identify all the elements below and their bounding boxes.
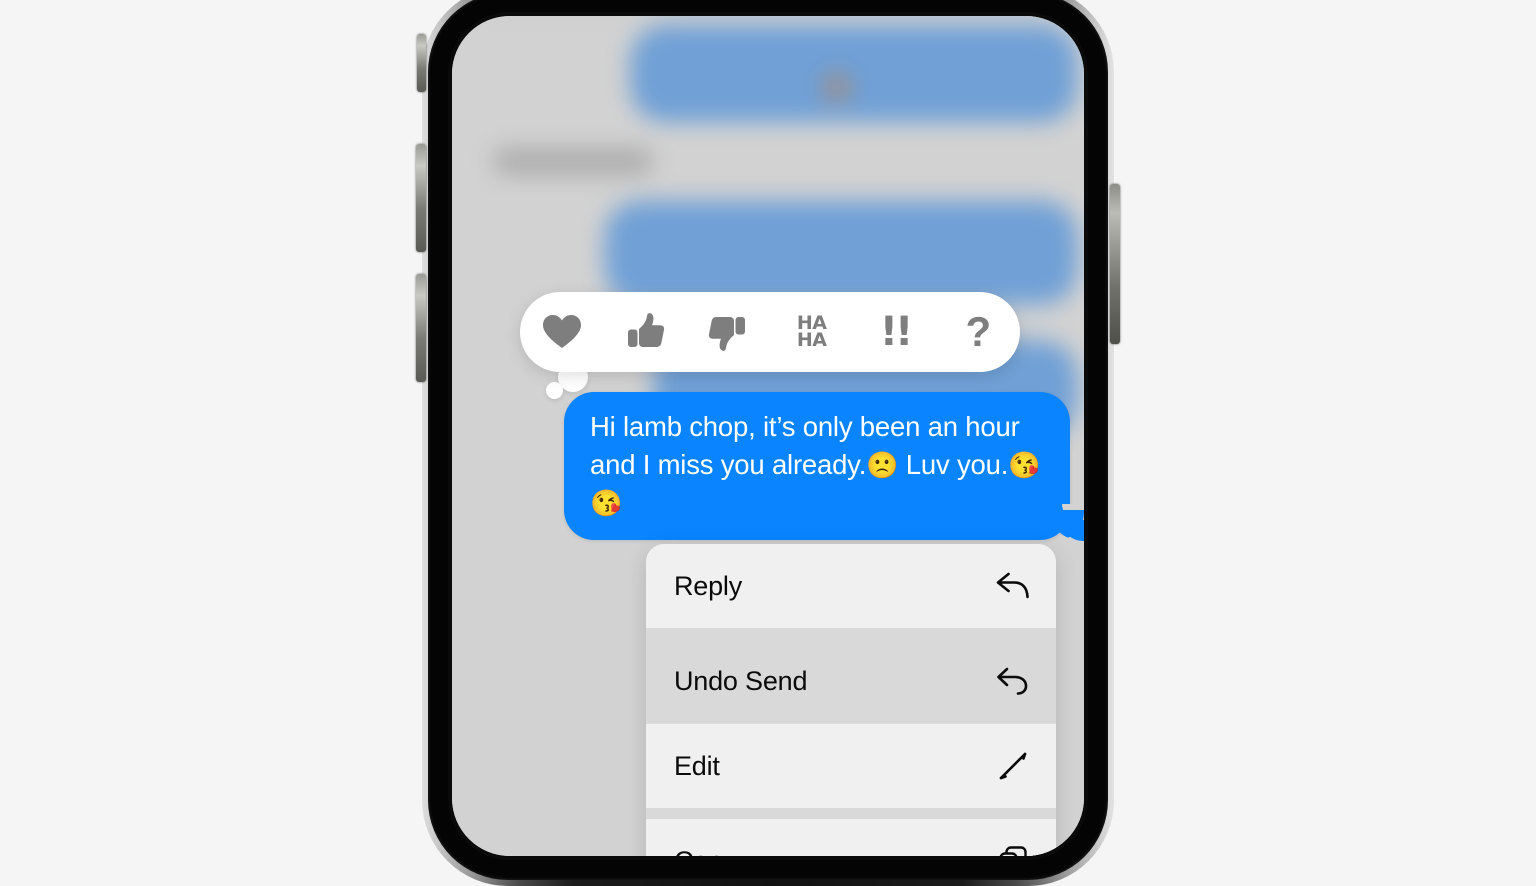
thumbs-down-icon — [708, 312, 748, 352]
frowning-face-emoji: 🙁 — [866, 450, 899, 480]
thumbs-up-icon — [625, 312, 665, 352]
haha-line-2: HA — [796, 329, 827, 351]
volume-up-button[interactable] — [416, 144, 426, 252]
context-menu-label: Undo Send — [674, 665, 808, 696]
focused-message-bubble[interactable]: Hi lamb chop, it’s only been an hour and… — [564, 392, 1084, 541]
tapback-thumbs-up-button[interactable] — [614, 301, 676, 363]
copy-documents-icon — [996, 844, 1030, 856]
context-menu-divider — [646, 628, 1056, 639]
message-line-1: Hi lamb chop, it’s only been an — [590, 411, 958, 442]
tapback-exclamation-button[interactable]: !! — [864, 301, 926, 363]
power-button[interactable] — [1110, 184, 1120, 344]
context-menu-label: Edit — [674, 750, 720, 781]
iphone-device: HA HA !! ? Hi lamb chop, it’s only been … — [416, 0, 1120, 886]
tapback-tail-small — [546, 382, 563, 399]
context-menu-item-edit[interactable]: Edit — [646, 724, 1056, 808]
context-menu-item-undo-send[interactable]: Undo Send — [646, 639, 1056, 723]
question-mark-icon: ? — [965, 308, 992, 355]
undo-arrow-icon — [996, 664, 1030, 698]
phone-screen: HA HA !! ? Hi lamb chop, it’s only been … — [452, 16, 1084, 856]
tapback-question-button[interactable]: ? — [947, 301, 1009, 363]
context-menu-label: Copy — [674, 846, 736, 857]
context-menu-label: Reply — [674, 570, 743, 601]
tapback-heart-button[interactable] — [531, 301, 593, 363]
message-line-3-text: Luv you. — [905, 449, 1009, 480]
page-backdrop: HA HA !! ? Hi lamb chop, it’s only been … — [0, 0, 1536, 886]
volume-down-button[interactable] — [416, 274, 426, 382]
tapback-haha-button[interactable]: HA HA — [781, 301, 843, 363]
context-menu-item-copy[interactable]: Copy — [646, 819, 1056, 856]
pencil-icon — [996, 749, 1030, 783]
message-context-menu[interactable]: Reply Undo Send Edit — [646, 544, 1056, 856]
haha-icon: HA HA — [796, 314, 827, 351]
tapback-thumbs-down-button[interactable] — [697, 301, 759, 363]
bubble-tail — [1063, 515, 1084, 541]
context-menu-item-reply[interactable]: Reply — [646, 544, 1056, 628]
silent-switch[interactable] — [417, 34, 426, 92]
bubble-tail-cutout — [1062, 504, 1084, 520]
double-exclamation-icon: !! — [879, 309, 914, 355]
reply-arrow-icon — [996, 569, 1030, 603]
context-menu-divider — [646, 808, 1056, 819]
heart-icon — [542, 314, 582, 350]
tapback-reaction-bar[interactable]: HA HA !! ? — [520, 292, 1020, 372]
